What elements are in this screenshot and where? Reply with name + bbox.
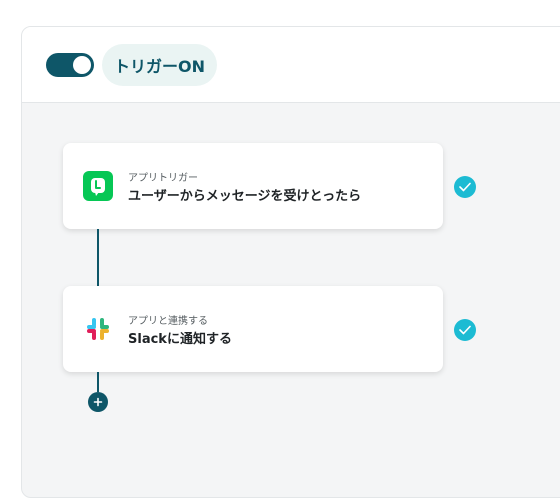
check-icon: [454, 319, 476, 341]
line-app-icon: [83, 171, 113, 201]
step-connector: [97, 372, 99, 392]
flow-header: トリガーON: [22, 27, 560, 103]
trigger-toggle[interactable]: [46, 53, 94, 77]
step-subtitle: アプリトリガー: [128, 173, 198, 184]
plus-icon: [93, 397, 103, 407]
flow-step-slack[interactable]: アプリと連携する Slackに通知する: [63, 286, 443, 372]
step-title: ユーザーからメッセージを受けとったら: [128, 189, 362, 204]
check-icon: [454, 176, 476, 198]
trigger-status-label: トリガーON: [102, 44, 217, 86]
step-title: Slackに通知する: [128, 332, 232, 347]
slack-app-icon: [83, 314, 113, 344]
step-connector: [97, 229, 99, 286]
flow-panel: トリガーON アプリトリガー ユーザーからメッセージを受けとったら アプリと連携…: [21, 26, 560, 498]
toggle-knob: [73, 56, 91, 74]
step-subtitle: アプリと連携する: [128, 316, 208, 327]
flow-step-trigger[interactable]: アプリトリガー ユーザーからメッセージを受けとったら: [63, 143, 443, 229]
add-step-button[interactable]: [88, 392, 108, 412]
